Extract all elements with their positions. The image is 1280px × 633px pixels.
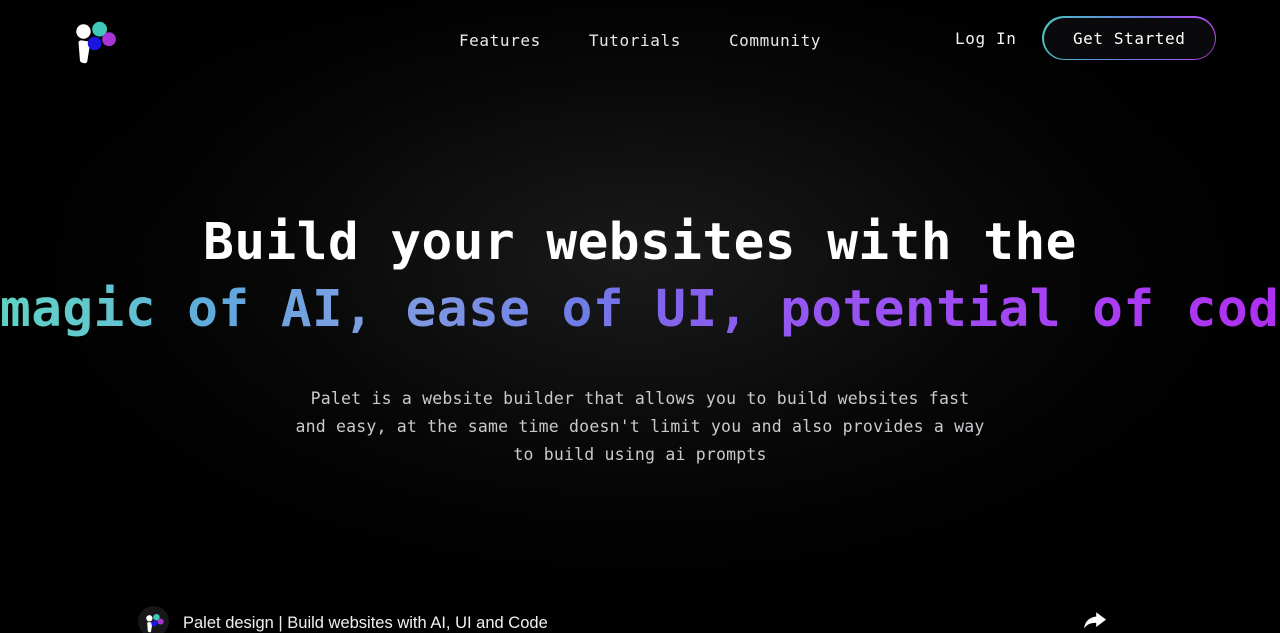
site-header: Features Tutorials Community Log In Get …: [0, 0, 1280, 82]
login-link[interactable]: Log In: [955, 29, 1016, 48]
nav-item-features[interactable]: Features: [435, 22, 565, 59]
get-started-label: Get Started: [1043, 17, 1215, 59]
hero-subtitle-line-2: and easy, at the same time doesn't limit…: [295, 417, 985, 436]
hero-subtitle-line-1: Palet is a website builder that allows y…: [310, 389, 970, 408]
nav-item-community[interactable]: Community: [705, 22, 845, 59]
video-topbar: Palet design | Build websites with AI, U…: [120, 594, 1160, 633]
page-title-line-2: magic of AI, ease of UI, potential of co…: [0, 277, 1280, 343]
video-title[interactable]: Palet design | Build websites with AI, U…: [183, 614, 548, 633]
share-arrow-icon[interactable]: [1082, 610, 1108, 633]
hero-subtitle: Palet is a website builder that allows y…: [0, 385, 1280, 469]
nav-item-tutorials[interactable]: Tutorials: [565, 22, 705, 59]
channel-avatar[interactable]: [138, 606, 169, 633]
palet-avatar-icon: [145, 613, 164, 632]
video-embed[interactable]: Palet design | Build websites with AI, U…: [120, 594, 1160, 633]
get-started-button[interactable]: Get Started: [1042, 16, 1216, 60]
hero-subtitle-line-3: to build using ai prompts: [513, 445, 767, 464]
page-title-line-1: Build your websites with the: [203, 213, 1077, 272]
header-actions: Log In Get Started: [955, 16, 1216, 60]
